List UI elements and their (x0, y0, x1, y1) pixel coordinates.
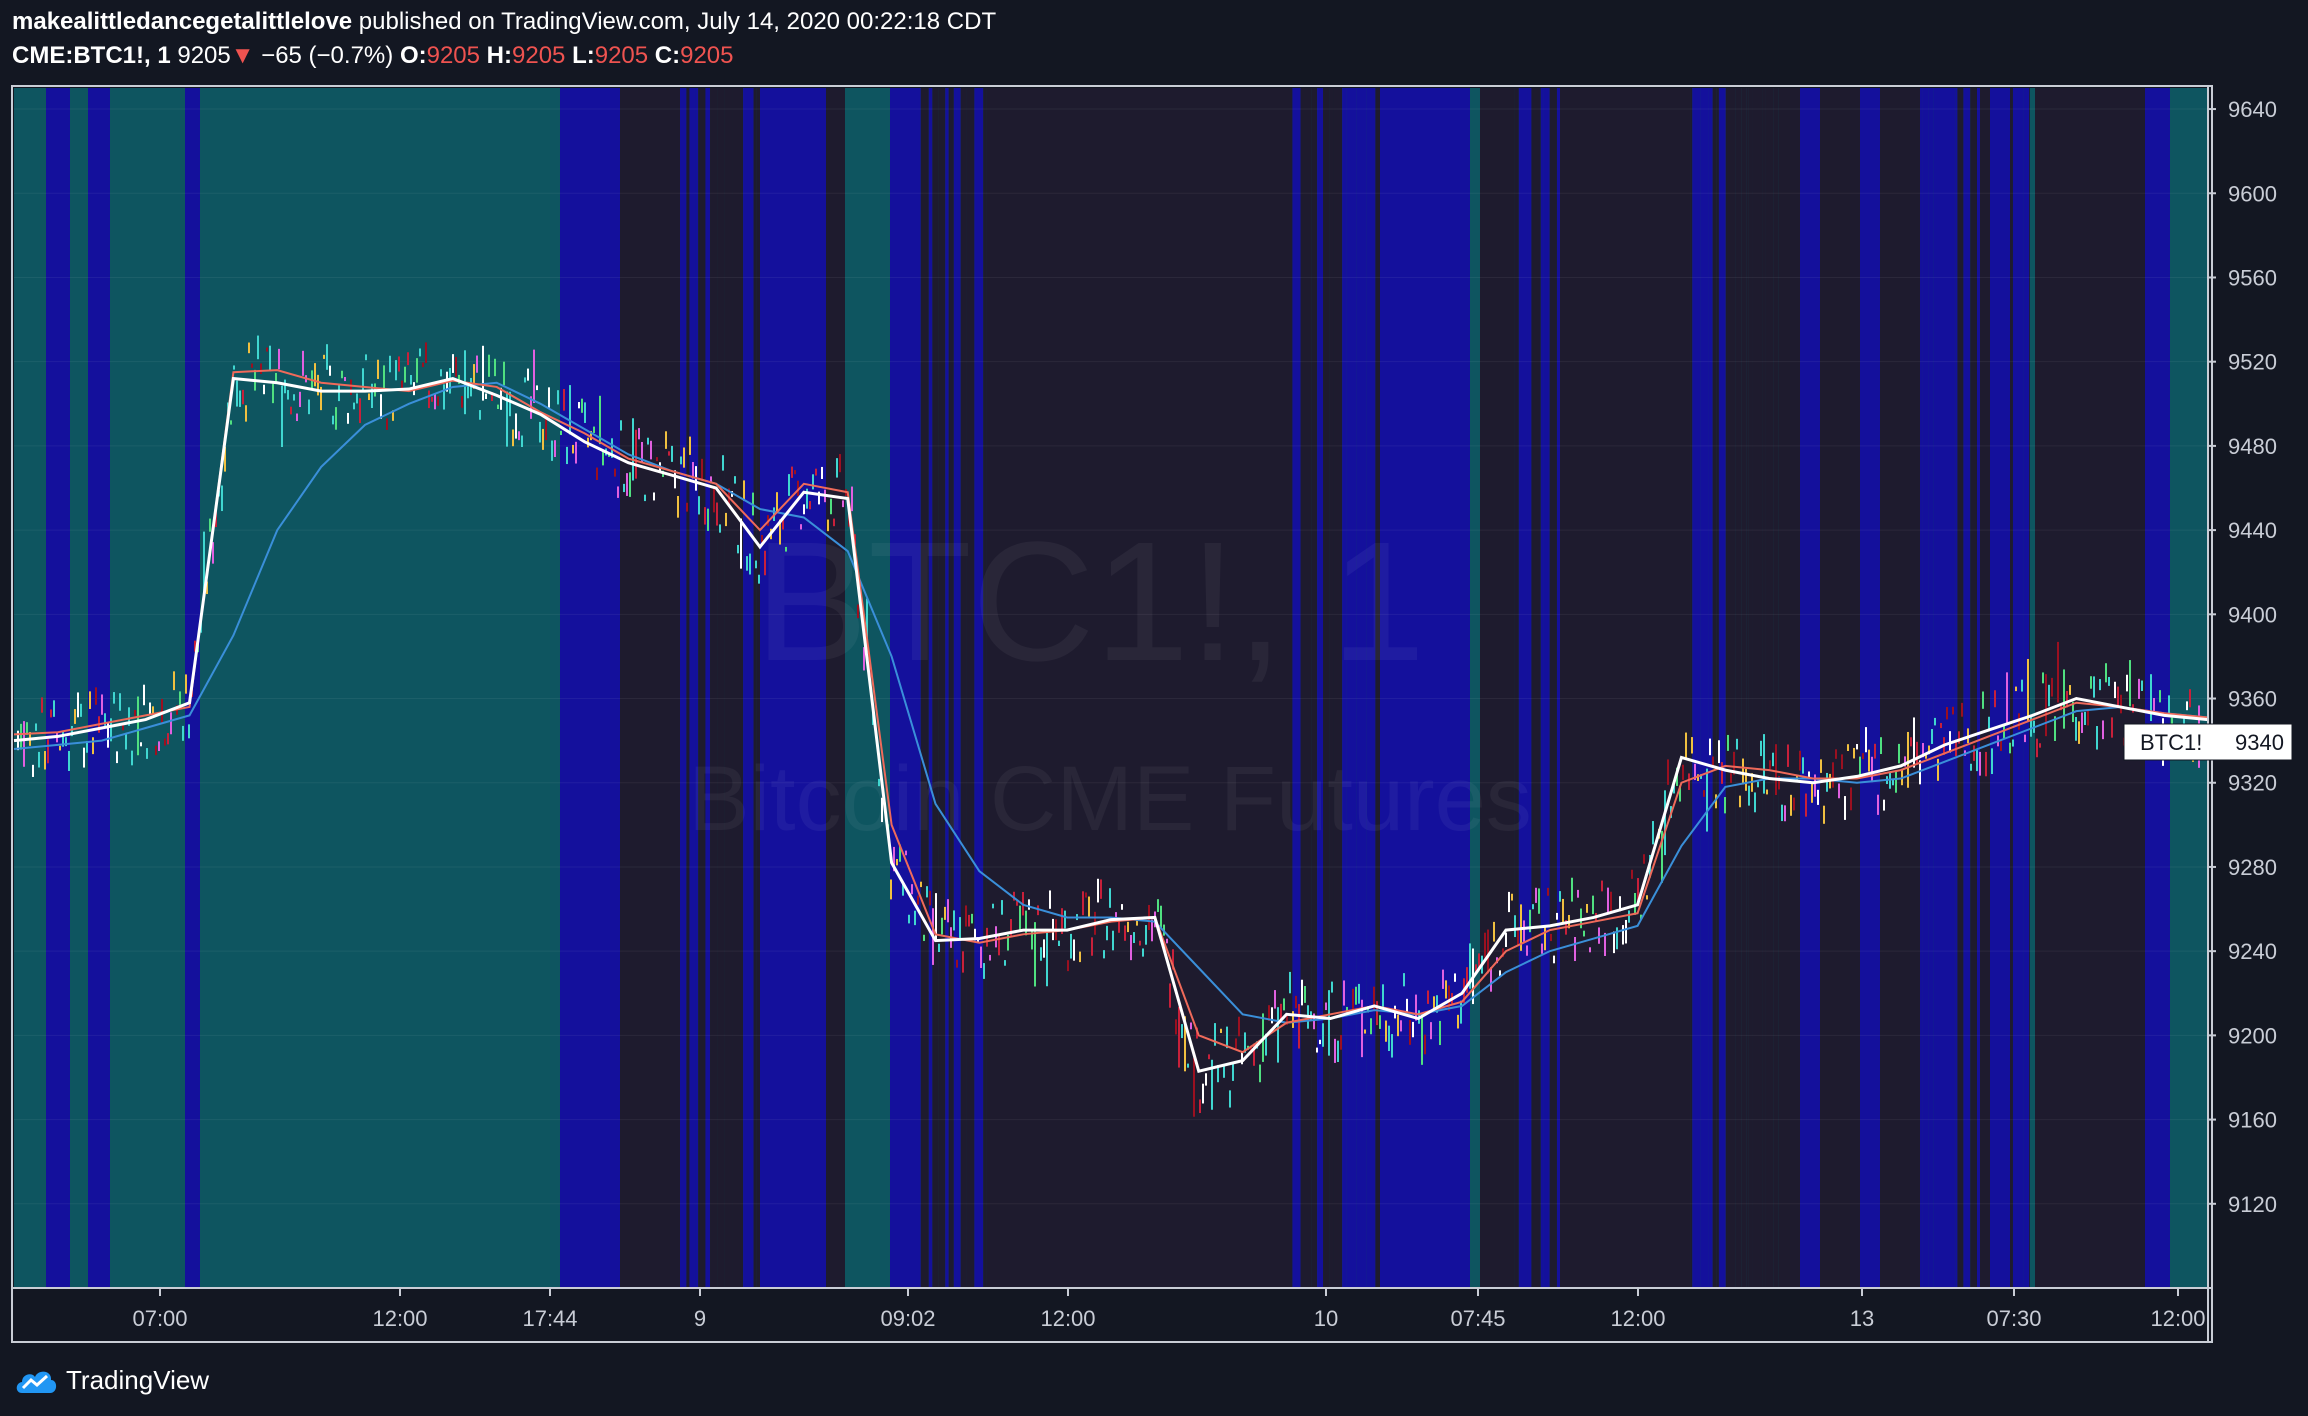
y-tick-label: 9240 (2228, 939, 2277, 964)
zone-stripe (1700, 88, 1709, 1288)
zone-stripe (1549, 88, 1557, 1288)
y-tick-label: 9320 (2228, 771, 2277, 796)
zone-stripe (1510, 88, 1515, 1288)
x-tick-label: 12:00 (1610, 1306, 1665, 1331)
zone-stripe (710, 88, 718, 1288)
price-chart[interactable]: BTC1!, 1 Bitcoin CME Futures 96409600956… (0, 0, 2308, 1416)
zone-dark (1480, 88, 1510, 1288)
x-tick-label: 10 (1314, 1306, 1338, 1331)
x-axis-ticks: 07:00 12:00 17:44 9 09:02 12:00 10 07:45 12:00 13… (132, 1288, 2206, 1331)
y-tick-label: 9120 (2228, 1192, 2277, 1217)
zone-stripe (1735, 88, 1742, 1288)
zone-stripe (1533, 88, 1541, 1288)
zone-stripe (1778, 88, 1780, 1288)
y-tick-label: 9280 (2228, 855, 2277, 880)
zone-blue (2145, 88, 2170, 1288)
zone-stripe (1716, 88, 1719, 1288)
x-tick-label: 17:44 (522, 1306, 577, 1331)
y-axis-ticks: 9640 9600 9560 9520 9480 9440 9400 9360 9320 9280… (2208, 97, 2277, 1217)
zone-stripe (1708, 88, 1713, 1288)
y-tick-label: 9520 (2228, 350, 2277, 375)
cloud-icon (16, 1371, 57, 1393)
zone-stripe (1531, 88, 1534, 1288)
zone-stripe (686, 88, 690, 1288)
zone-stripe (1725, 88, 1736, 1288)
x-tick-label: 09:02 (880, 1306, 935, 1331)
y-tick-label: 9640 (2228, 97, 2277, 122)
y-tick-label: 9160 (2228, 1108, 2277, 1133)
zone-stripe (743, 88, 754, 1288)
zone-stripe (698, 88, 706, 1288)
zone-stripe (1762, 88, 1766, 1288)
x-tick-label: 9 (694, 1306, 706, 1331)
zone-stripe (1527, 88, 1532, 1288)
zone-blue (1935, 88, 1955, 1288)
zone-stripe (1514, 88, 1519, 1288)
zone-stripe (689, 88, 696, 1288)
tradingview-logo[interactable]: TradingView (14, 1360, 209, 1400)
y-tick-label: 9480 (2228, 434, 2277, 459)
zone-stripe (1692, 88, 1701, 1288)
zone-stripe (1556, 88, 1560, 1288)
zone-stripe (1765, 88, 1774, 1288)
y-tick-label: 9400 (2228, 602, 2277, 627)
x-tick-label: 07:00 (132, 1306, 187, 1331)
zone-stripe (732, 88, 740, 1288)
y-tick-label: 9200 (2228, 1023, 2277, 1048)
zone-stripe (1773, 88, 1779, 1288)
zone-dark (1560, 88, 1680, 1288)
zone-stripe (717, 88, 725, 1288)
zone-stripe (1748, 88, 1753, 1288)
zone-stripe (1741, 88, 1747, 1288)
zone-stripe (1712, 88, 1717, 1288)
zone-blue (1860, 88, 1880, 1288)
zone-stripe (1718, 88, 1726, 1288)
zone-stripe (1920, 88, 1923, 1288)
zone-stripe (1955, 88, 1958, 1288)
x-tick-label: 13 (1850, 1306, 1874, 1331)
zone-stripe (1746, 88, 1749, 1288)
zone-dark (620, 88, 680, 1288)
zone-stripe (705, 88, 711, 1288)
y-tick-label: 9560 (2228, 265, 2277, 290)
zone-stripe (1690, 88, 1693, 1288)
zone-stripe (1963, 88, 1971, 1288)
zone-blue (1800, 88, 1820, 1288)
x-tick-label: 07:30 (1986, 1306, 2041, 1331)
price-tag: BTC1! 9340 (2123, 723, 2293, 761)
zone-stripe (1957, 88, 1964, 1288)
zone-stripe (739, 88, 744, 1288)
zone-stripe (1540, 88, 1544, 1288)
price-tag-value: 9340 (2235, 730, 2284, 755)
zone-stripe (1752, 88, 1763, 1288)
zone-blue (46, 88, 70, 1288)
x-tick-label: 07:45 (1450, 1306, 1505, 1331)
zone-blue (560, 88, 620, 1288)
x-tick-label: 12:00 (1040, 1306, 1095, 1331)
zone-stripe (724, 88, 733, 1288)
y-tick-label: 9440 (2228, 518, 2277, 543)
y-tick-label: 9600 (2228, 181, 2277, 206)
zone-stripe (1922, 88, 1929, 1288)
price-tag-symbol: BTC1! (2140, 730, 2202, 755)
x-tick-label: 12:00 (372, 1306, 427, 1331)
x-tick-label: 12:00 (2150, 1306, 2205, 1331)
zone-stripe (1518, 88, 1528, 1288)
zone-stripe (1543, 88, 1550, 1288)
zone-blue (88, 88, 110, 1288)
zone-stripe (1680, 88, 1691, 1288)
zone-stripe (1976, 88, 1980, 1288)
zone-stripe (1970, 88, 1977, 1288)
watermark-name: Bitcoin CME Futures (688, 748, 1532, 850)
brand-name: TradingView (66, 1364, 210, 1395)
y-tick-label: 9360 (2228, 687, 2277, 712)
zone-stripe (680, 88, 687, 1288)
zone-stripe (1928, 88, 1934, 1288)
zone-stripe (2029, 88, 2030, 1288)
zone-stripe (695, 88, 699, 1288)
